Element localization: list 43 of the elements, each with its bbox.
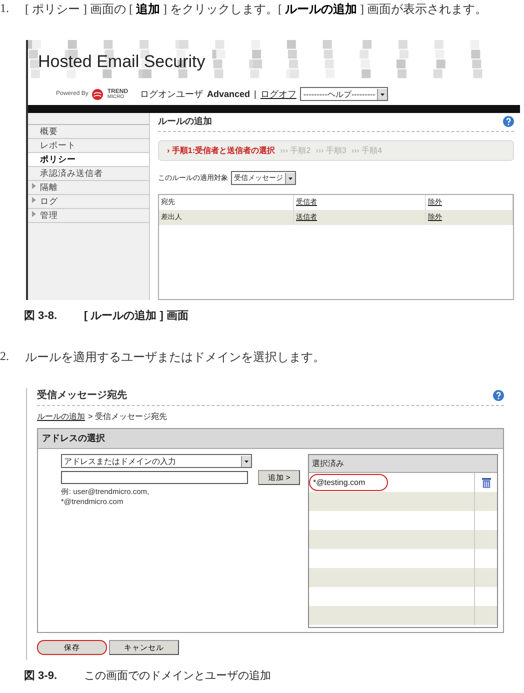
help-select[interactable]: ---------ヘルプ--------- [300, 87, 388, 101]
sidebar-item[interactable]: 概要 [28, 125, 149, 139]
figure-number: 図 3-9. [24, 669, 58, 683]
help-icon[interactable] [493, 390, 504, 400]
step-text: [ ポリシー ] 画面の [ 追加 ] をクリックします。[ ルールの追加 ] 画面が表示されます。 [25, 1, 487, 18]
user-name: Advanced [207, 89, 250, 99]
page-title: ルールの追加 [158, 115, 212, 128]
sidebar-item[interactable]: 隔離 [28, 181, 149, 195]
step-number: 2. [0, 349, 10, 365]
expand-arrow-icon [32, 197, 36, 203]
sidebar-item[interactable]: ログ [28, 195, 149, 209]
list-header: 選択済み [309, 455, 497, 473]
logoff-link[interactable]: ログオフ [260, 88, 296, 100]
step-text: ルールを適用するユーザまたはドメインを選択します。 [25, 349, 325, 366]
wizard-step: ››› 手順4 [351, 145, 382, 156]
expand-arrow-icon [32, 211, 36, 217]
wizard-step: ››› 手順2 [280, 145, 311, 156]
user-label: ログオンユーザ [140, 88, 204, 100]
breadcrumb-link[interactable]: ルールの追加 [37, 411, 85, 422]
step-number: 1. [0, 1, 10, 17]
type-select[interactable]: アドレスまたはドメインの入力 [61, 454, 252, 468]
ball-logo-icon [92, 88, 104, 100]
trash-icon[interactable] [482, 477, 490, 488]
dropdown-arrow-icon [241, 456, 251, 466]
app-title: Hosted Email Security [38, 52, 206, 72]
expand-arrow-icon [32, 183, 36, 189]
sidebar-item[interactable]: 承認済み送信者 [28, 167, 149, 181]
dropdown-arrow-icon [285, 172, 295, 184]
dropdown-arrow-icon [377, 88, 388, 100]
address-input[interactable] [61, 471, 248, 484]
wizard-step: › 手順1:受信者と送信者の選択 [167, 145, 275, 156]
sidebar-item[interactable]: 管理 [28, 209, 149, 223]
selected-address[interactable]: *@testing.com [309, 474, 388, 491]
separator: | [254, 89, 256, 99]
page-title: 受信メッセージ宛先 [37, 388, 127, 402]
panel-title: アドレスの選択 [38, 429, 503, 449]
figure-caption: この画面でのドメインとユーザの追加 [84, 669, 271, 683]
figure-number: 図 3-8. [24, 309, 58, 323]
wizard-step: ››› 手順3 [316, 145, 346, 156]
figure-caption: [ ルールの追加 ] 画面 [84, 308, 188, 323]
breadcrumb-text: > 受信メッセージ宛先 [88, 411, 167, 422]
sidebar-item[interactable]: ポリシー [28, 153, 149, 167]
help-icon[interactable] [503, 116, 514, 127]
